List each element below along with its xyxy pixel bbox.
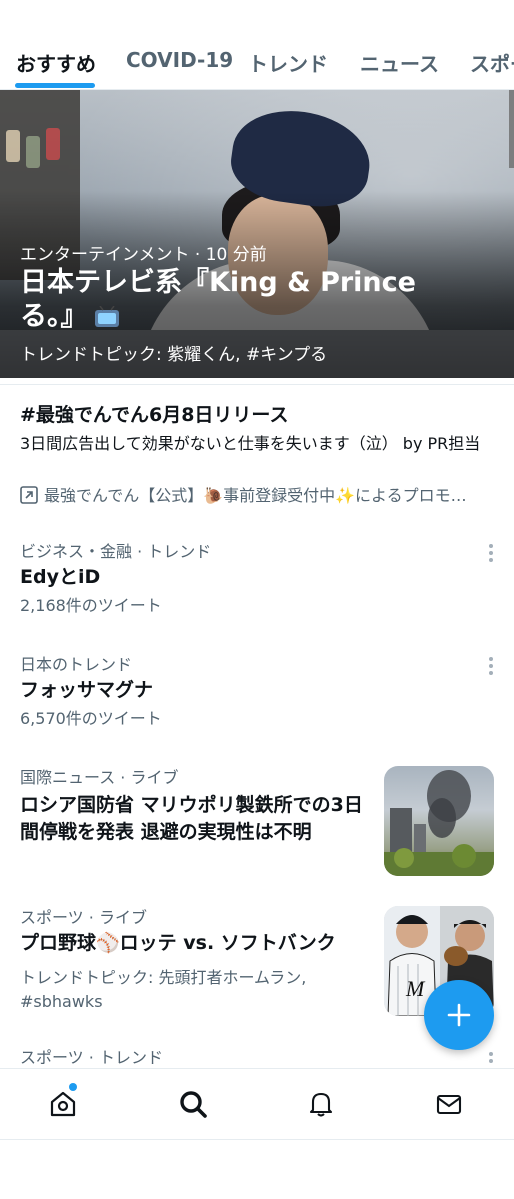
trend-meta: ビジネス・金融 · トレンド	[20, 542, 212, 561]
news-meta: スポーツ · ライブ	[20, 908, 147, 927]
more-options-icon[interactable]	[488, 1052, 494, 1068]
mail-icon	[436, 1094, 462, 1115]
bottom-navigation	[0, 1068, 514, 1140]
explore-tabs: おすすめ COVID-19 トレンド ニュース スポー	[0, 0, 514, 90]
trend-title: EdyとiD	[20, 566, 101, 588]
promoted-title: #最強でんでん6月8日リリース	[20, 404, 289, 426]
scrollbar-thumb[interactable]	[509, 90, 514, 168]
compose-tweet-button[interactable]	[424, 980, 494, 1050]
trend-item[interactable]: スポーツ · トレンド	[0, 1044, 514, 1068]
svg-text:M: M	[405, 976, 426, 1001]
promoted-by: 最強でんでん【公式】🐌事前登録受付中✨によるプロモ…	[20, 484, 500, 508]
more-options-icon[interactable]	[488, 544, 494, 562]
hero-title-text: 日本テレビ系『King & Prince る。』	[20, 267, 416, 332]
news-trending-topic: トレンドトピック: 先頭打者ホームラン, #sbhawks	[20, 968, 307, 1011]
tab-for-you[interactable]: おすすめ	[16, 48, 96, 77]
hero-trending-topic: トレンドトピック: 紫耀くん, #キンプる	[20, 345, 328, 365]
messages-button[interactable]	[432, 1087, 466, 1121]
trend-count: 2,168件のツイート	[20, 596, 162, 615]
plus-icon	[447, 1003, 471, 1027]
more-options-icon[interactable]	[488, 657, 494, 675]
promoted-icon	[20, 486, 38, 504]
hero-meta: エンターテインメント · 10 分前	[20, 245, 267, 265]
news-title: プロ野球⚾ロッテ vs. ソフトバンク	[20, 932, 336, 954]
tv-icon	[94, 303, 120, 327]
tab-covid[interactable]: COVID-19	[126, 48, 233, 72]
home-button[interactable]	[46, 1087, 80, 1121]
active-tab-indicator	[15, 83, 95, 88]
trend-item[interactable]: 日本のトレンド フォッサマグナ 6,570件のツイート	[0, 651, 514, 741]
promoted-description: 3日間広告出して効果がないと仕事を失います（泣） by PR担当	[20, 434, 481, 453]
tab-sports[interactable]: スポー	[470, 48, 514, 77]
news-thumbnail	[384, 766, 494, 876]
new-content-badge	[69, 1083, 77, 1091]
search-icon	[180, 1091, 207, 1118]
tab-news[interactable]: ニュース	[360, 48, 439, 77]
tab-trending[interactable]: トレンド	[248, 48, 328, 77]
trend-meta: 日本のトレンド	[20, 655, 133, 674]
home-icon	[50, 1091, 76, 1117]
bell-icon	[309, 1092, 333, 1117]
hero-title: 日本テレビ系『King & Prince る。』	[20, 266, 430, 334]
trend-title: フォッサマグナ	[20, 679, 154, 701]
trend-count: 6,570件のツイート	[20, 709, 162, 728]
hero-gradient-overlay	[0, 90, 514, 378]
promoted-by-text: 最強でんでん【公式】🐌事前登録受付中✨によるプロモ…	[44, 486, 467, 505]
hero-trend-card[interactable]: エンターテインメント · 10 分前 日本テレビ系『King & Prince …	[0, 90, 514, 378]
notifications-button[interactable]	[304, 1087, 338, 1121]
news-meta: 国際ニュース · ライブ	[20, 768, 179, 787]
news-title: ロシア国防省 マリウポリ製鉄所での3日間停戦を発表 退避の実現性は不明	[20, 794, 363, 843]
trend-item[interactable]: ビジネス・金融 · トレンド EdyとiD 2,168件のツイート	[0, 538, 514, 628]
news-item[interactable]: 国際ニュース · ライブ ロシア国防省 マリウポリ製鉄所での3日間停戦を発表 退…	[0, 764, 514, 879]
divider	[0, 384, 514, 385]
explore-button[interactable]	[176, 1087, 210, 1121]
trend-meta: スポーツ · トレンド	[20, 1048, 163, 1067]
